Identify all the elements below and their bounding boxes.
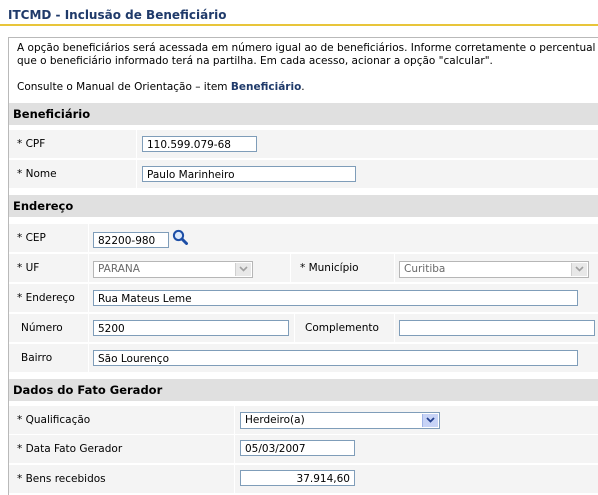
bairro-label: Bairro [21, 352, 53, 364]
row-numero-complemento: Número 5200 Complemento [9, 314, 598, 342]
row-qualificacao: * Qualificação Herdeiro(a) [9, 406, 598, 434]
column-divider [88, 344, 89, 372]
cep-label: * CEP [17, 232, 46, 244]
page-title: ITCMD - Inclusão de Beneficiário [8, 8, 227, 22]
qualificacao-label: * Qualificação [17, 414, 91, 426]
data-fato-label: * Data Fato Gerador [17, 443, 123, 455]
complemento-input[interactable] [399, 320, 595, 336]
row-endereco: * Endereço Rua Mateus Leme [9, 284, 598, 312]
column-divider [294, 314, 295, 342]
bairro-input[interactable]: São Lourenço [93, 350, 578, 366]
column-divider [88, 254, 89, 282]
endereco-input[interactable]: Rua Mateus Leme [93, 290, 578, 306]
column-divider [290, 254, 291, 282]
column-divider [394, 254, 395, 282]
cpf-label: * CPF [17, 138, 46, 150]
row-cpf: * CPF 110.599.079-68 [9, 130, 598, 158]
row-uf-municipio: * UF PARANA * Município Curitiba [9, 254, 598, 282]
column-divider [88, 224, 89, 252]
nome-input[interactable]: Paulo Marinheiro [142, 166, 356, 182]
row-nome: * Nome Paulo Marinheiro [9, 160, 598, 188]
column-divider [234, 406, 235, 434]
cpf-input[interactable]: 110.599.079-68 [142, 136, 257, 152]
complemento-label: Complemento [305, 322, 379, 334]
municipio-value: Curitiba [404, 263, 446, 275]
bens-label: * Bens recebidos [17, 473, 106, 485]
numero-input[interactable]: 5200 [93, 320, 289, 336]
section-endereco: Endereço [9, 195, 598, 217]
bens-input[interactable]: 37.914,60 [240, 470, 355, 486]
municipio-select[interactable]: Curitiba [399, 261, 589, 278]
qualificacao-value: Herdeiro(a) [245, 414, 305, 426]
uf-value: PARANA [98, 263, 140, 275]
search-icon[interactable] [172, 229, 188, 245]
endereco-label: * Endereço [17, 292, 75, 304]
qualificacao-select[interactable]: Herdeiro(a) [240, 412, 440, 429]
chevron-down-icon[interactable] [571, 263, 587, 276]
intro-panel: A opção beneficiários será acessada em n… [9, 38, 598, 94]
title-underline [0, 24, 598, 26]
column-divider [136, 130, 137, 158]
row-bens-recebidos: * Bens recebidos 37.914,60 [9, 465, 598, 493]
intro-text: A opção beneficiários será acessada em n… [17, 42, 596, 67]
manual-reference: Consulte o Manual de Orientação – item B… [17, 81, 597, 94]
row-cep: * CEP 82200-980 [9, 224, 598, 252]
data-fato-input[interactable]: 05/03/2007 [240, 440, 355, 456]
nome-label: * Nome [17, 168, 57, 180]
uf-label: * UF [17, 262, 40, 274]
column-divider [394, 314, 395, 342]
column-divider [234, 465, 235, 493]
column-divider [234, 435, 235, 463]
column-divider [88, 314, 89, 342]
numero-label: Número [21, 322, 63, 334]
manual-suffix: . [301, 81, 305, 93]
uf-select[interactable]: PARANA [93, 261, 253, 278]
manual-prefix: Consulte o Manual de Orientação – item [17, 81, 231, 93]
chevron-down-icon[interactable] [235, 263, 251, 276]
municipio-label: * Município [300, 262, 359, 274]
row-data-fato: * Data Fato Gerador 05/03/2007 [9, 435, 598, 463]
section-fato-gerador: Dados do Fato Gerador [9, 379, 598, 401]
chevron-down-icon[interactable] [422, 414, 438, 427]
manual-link[interactable]: Beneficiário [231, 81, 301, 93]
row-bairro: Bairro São Lourenço [9, 344, 598, 372]
section-beneficiario: Beneficiário [9, 103, 598, 125]
column-divider [136, 160, 137, 188]
column-divider [88, 284, 89, 312]
cep-input[interactable]: 82200-980 [93, 232, 169, 248]
